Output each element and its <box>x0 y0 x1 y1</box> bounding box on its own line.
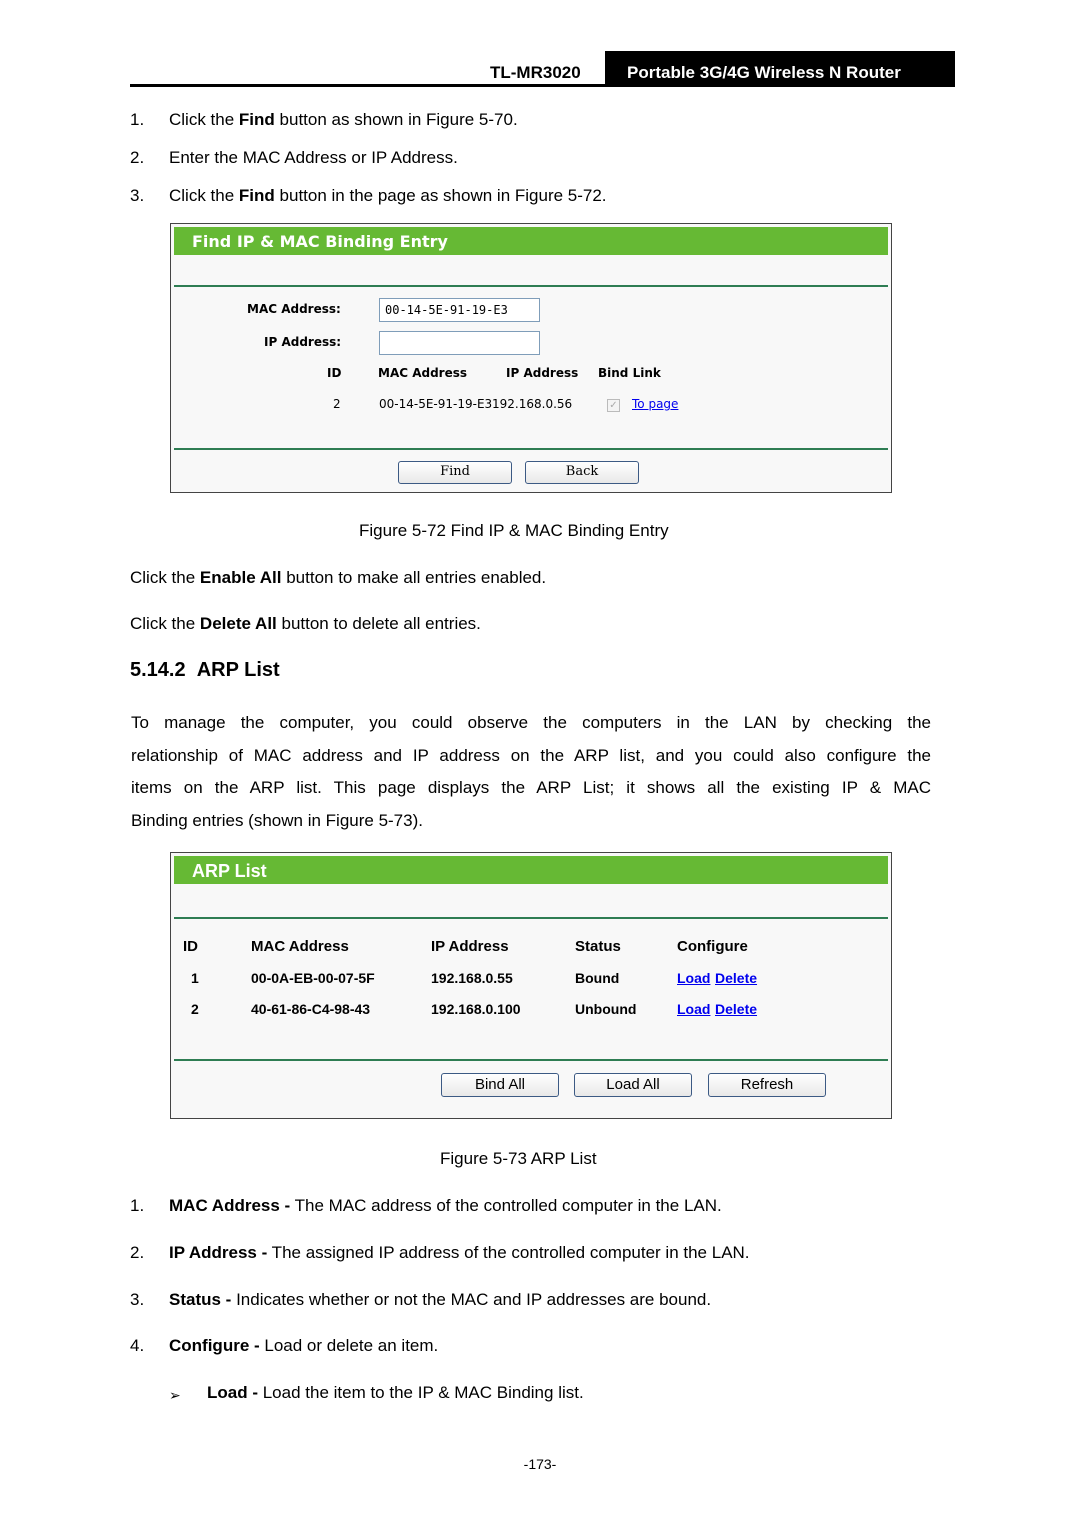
arp-row-2-status: Unbound <box>575 1001 637 1017</box>
divider <box>174 917 888 919</box>
result-ip: 192.168.0.56 <box>492 397 573 411</box>
col-configure: Configure <box>677 938 748 955</box>
arrow-bullet-icon: ➢ <box>169 1387 181 1403</box>
result-mac: 00-14-5E-91-19-E3 <box>379 397 493 411</box>
header-product: Portable 3G/4G Wireless N Router <box>605 51 955 87</box>
arp-row-2-delete-link[interactable]: Delete <box>715 1001 757 1017</box>
col-ip-address: IP Address <box>431 938 509 955</box>
result-id: 2 <box>333 397 341 411</box>
section-heading: 5.14.2 ARP List <box>130 659 280 681</box>
arp-row-1-status: Bound <box>575 970 620 986</box>
to-page-link[interactable]: To page <box>632 397 678 411</box>
refresh-button[interactable]: Refresh <box>708 1073 826 1097</box>
arp-row-1-mac: 00-0A-EB-00-07-5F <box>251 970 375 986</box>
arp-row-1-load-link[interactable]: Load <box>677 970 710 986</box>
find-binding-figure: Find IP & MAC Binding Entry MAC Address:… <box>170 223 892 493</box>
col-mac-address: MAC Address <box>251 938 349 955</box>
arp-row-2-ip: 192.168.0.100 <box>431 1001 521 1017</box>
divider <box>174 448 888 450</box>
arp-row-2-load-link[interactable]: Load <box>677 1001 710 1017</box>
delete-all-paragraph: Click the Delete All button to delete al… <box>130 614 481 633</box>
enable-all-paragraph: Click the Enable All button to make all … <box>130 568 547 587</box>
ip-address-input[interactable] <box>379 331 540 355</box>
col-id: ID <box>327 366 342 380</box>
divider <box>174 1059 888 1061</box>
col-bind-link: Bind Link <box>598 366 661 380</box>
header-rule <box>130 84 955 87</box>
arp-figure-title: ARP List <box>174 856 888 884</box>
bind-all-button[interactable]: Bind All <box>441 1073 559 1097</box>
col-id: ID <box>183 938 198 955</box>
col-mac-address: MAC Address <box>378 366 468 380</box>
arp-row-1-ip: 192.168.0.55 <box>431 970 513 986</box>
find-button[interactable]: Find <box>398 461 512 484</box>
col-ip-address: IP Address <box>506 366 579 380</box>
bind-checkbox[interactable]: ✓ <box>607 399 620 412</box>
find-figure-title: Find IP & MAC Binding Entry <box>174 227 888 255</box>
divider <box>174 285 888 287</box>
load-all-button[interactable]: Load All <box>574 1073 692 1097</box>
arp-row-1-id: 1 <box>191 970 199 986</box>
arp-list-figure: ARP List ID MAC Address IP Address Statu… <box>170 852 892 1119</box>
figure-5-72-caption: Figure 5-72 Find IP & MAC Binding Entry <box>359 521 669 540</box>
col-status: Status <box>575 938 621 955</box>
page-number: -173- <box>523 1456 557 1472</box>
ip-address-label: IP Address: <box>264 335 342 349</box>
figure-5-73-caption: Figure 5-73 ARP List <box>440 1149 597 1168</box>
intro-paragraph: To manage the computer, you could observ… <box>131 713 931 830</box>
arp-row-1-delete-link[interactable]: Delete <box>715 970 757 986</box>
back-button[interactable]: Back <box>525 461 639 484</box>
arp-row-2-id: 2 <box>191 1001 199 1017</box>
arp-row-2-mac: 40-61-86-C4-98-43 <box>251 1001 371 1017</box>
header-model: TL-MR3020 <box>490 63 581 82</box>
mac-address-label: MAC Address: <box>247 302 341 316</box>
mac-address-input[interactable]: 00-14-5E-91-19-E3 <box>379 298 540 322</box>
